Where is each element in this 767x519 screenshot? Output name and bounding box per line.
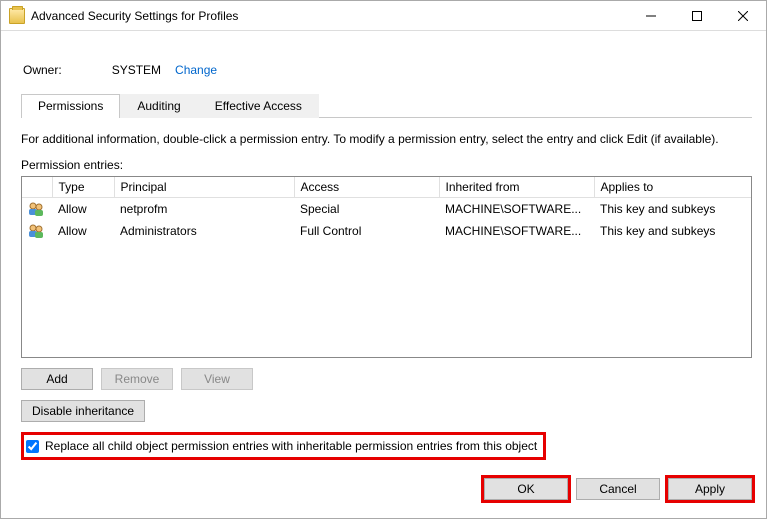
cell-type: Allow [52,220,114,242]
dialog-footer: OK Cancel Apply [21,478,752,500]
owner-label: Owner: [23,63,62,77]
table-row[interactable]: Allow Administrators Full Control MACHIN… [22,220,751,242]
owner-value: SYSTEM [112,63,161,77]
window-title: Advanced Security Settings for Profiles [31,9,628,23]
replace-checkbox-row: Replace all child object permission entr… [21,432,546,460]
col-applies[interactable]: Applies to [594,177,751,198]
cell-access: Special [294,198,439,221]
minimize-button[interactable] [628,1,674,30]
content-area: Owner: SYSTEM Change Permissions Auditin… [1,31,766,518]
minimize-icon [646,11,656,21]
entry-buttons: Add Remove View [21,368,752,390]
replace-checkbox[interactable] [26,440,39,453]
users-icon [28,223,44,239]
cell-applies: This key and subkeys [594,220,751,242]
apply-button[interactable]: Apply [668,478,752,500]
cell-principal: netprofm [114,198,294,221]
table-row[interactable]: Allow netprofm Special MACHINE\SOFTWARE.… [22,198,751,221]
col-access[interactable]: Access [294,177,439,198]
tab-effective-access[interactable]: Effective Access [198,94,319,118]
cell-type: Allow [52,198,114,221]
instruction-text: For additional information, double-click… [21,132,752,146]
maximize-icon [692,11,702,21]
replace-checkbox-label[interactable]: Replace all child object permission entr… [45,439,537,453]
close-button[interactable] [720,1,766,30]
maximize-button[interactable] [674,1,720,30]
close-icon [738,11,748,21]
view-button: View [181,368,253,390]
tab-auditing[interactable]: Auditing [120,94,197,118]
cell-access: Full Control [294,220,439,242]
add-button[interactable]: Add [21,368,93,390]
col-inherited[interactable]: Inherited from [439,177,594,198]
table-header-row: Type Principal Access Inherited from App… [22,177,751,198]
col-type[interactable]: Type [52,177,114,198]
users-icon [28,201,44,217]
remove-button: Remove [101,368,173,390]
ok-button[interactable]: OK [484,478,568,500]
cell-principal: Administrators [114,220,294,242]
tabs: Permissions Auditing Effective Access [21,93,752,118]
owner-row: Owner: SYSTEM Change [23,63,752,77]
disable-inheritance-button[interactable]: Disable inheritance [21,400,145,422]
change-owner-link[interactable]: Change [175,63,217,77]
tab-permissions[interactable]: Permissions [21,94,120,118]
cell-applies: This key and subkeys [594,198,751,221]
window-controls [628,1,766,30]
titlebar: Advanced Security Settings for Profiles [1,1,766,31]
cell-inherited: MACHINE\SOFTWARE... [439,198,594,221]
folder-icon [9,8,25,24]
cell-inherited: MACHINE\SOFTWARE... [439,220,594,242]
cancel-button[interactable]: Cancel [576,478,660,500]
entries-label: Permission entries: [21,158,752,172]
col-principal[interactable]: Principal [114,177,294,198]
permission-table[interactable]: Type Principal Access Inherited from App… [21,176,752,358]
